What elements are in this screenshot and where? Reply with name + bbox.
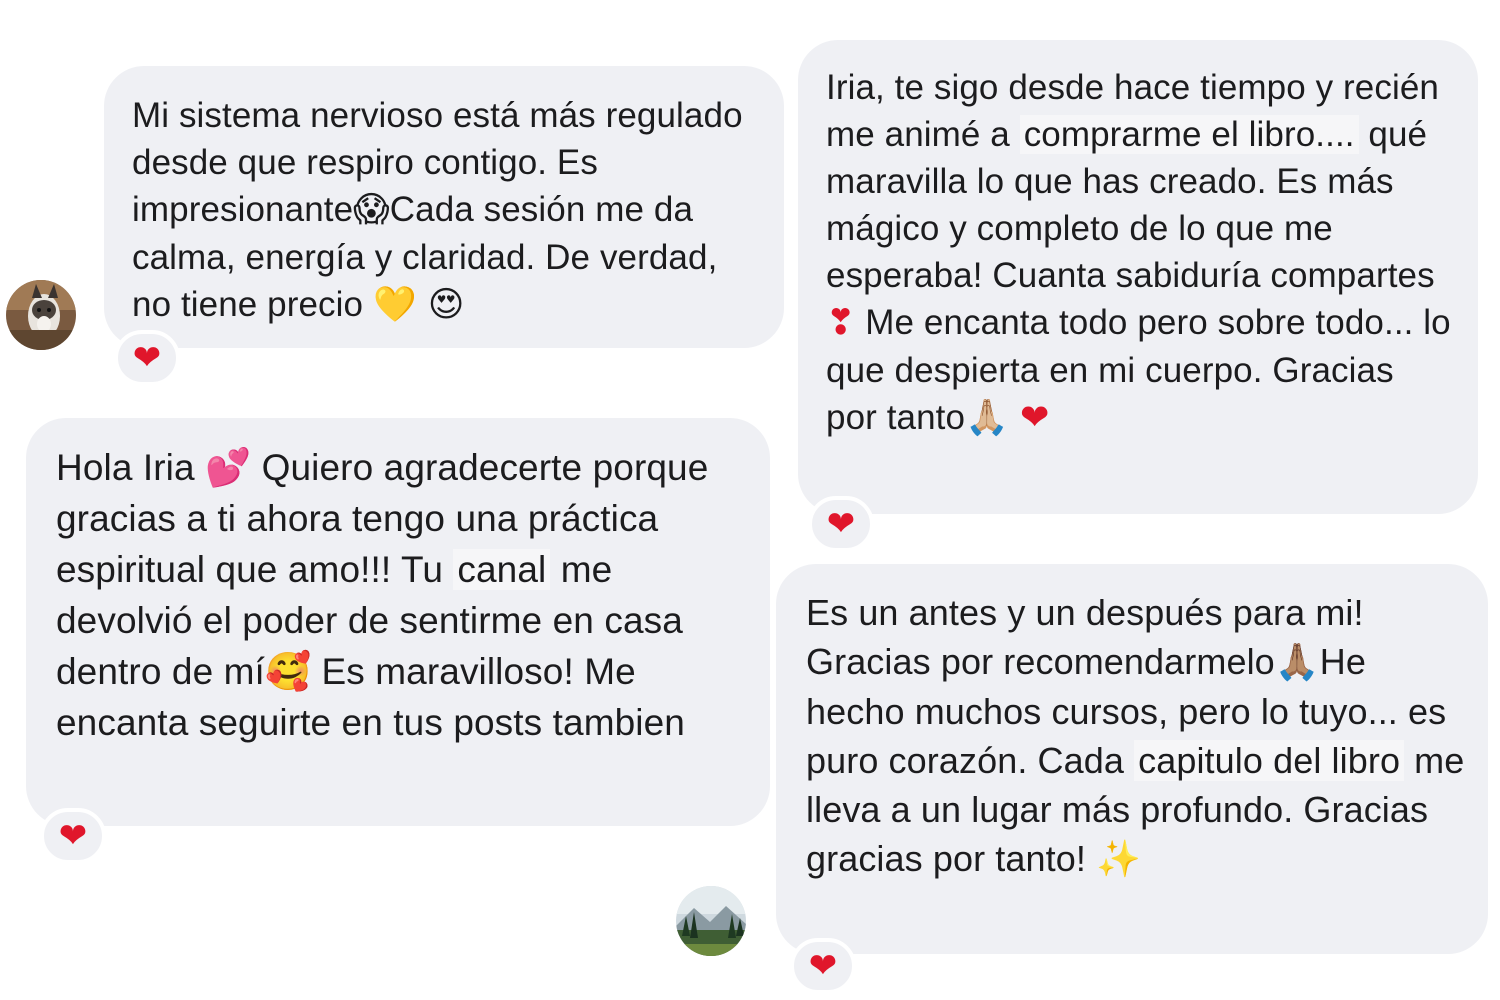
praying-hands-emoji-icon: 🙏🏽 — [1274, 642, 1320, 683]
praying-hands-heart-emoji-icon: 🙏🏼 ❤ — [965, 398, 1050, 438]
dog-avatar-icon — [6, 280, 76, 350]
heart-icon: ❤ — [58, 816, 88, 856]
smiling-face-hearts-emoji-icon: 🥰 — [264, 650, 312, 693]
heart-icon: ❤ — [808, 946, 838, 986]
yellow-heart-heart-eyes-emoji-icon: 💛 😍 — [372, 285, 465, 325]
message-text-2: Iria, te sigo desde hace tiempo y recién… — [826, 64, 1452, 442]
chat-collage: Mi sistema nervioso está más regulado de… — [0, 0, 1500, 1000]
message-bubble-3[interactable]: Hola Iria 💕 Quiero agradecerte porque gr… — [26, 418, 770, 826]
heart-reaction-3[interactable]: ❤ — [40, 808, 106, 864]
landscape-avatar-icon — [676, 886, 746, 956]
heart-icon: ❤ — [132, 338, 162, 378]
highlighted-text: canal — [453, 549, 551, 590]
sparkles-emoji-icon: ✨ — [1096, 839, 1141, 880]
message-text-1: Mi sistema nervioso está más regulado de… — [132, 92, 760, 329]
avatar[interactable] — [6, 280, 76, 350]
message-text-3: Hola Iria 💕 Quiero agradecerte porque gr… — [56, 442, 744, 748]
two-hearts-emoji-icon: 💕 — [205, 446, 252, 489]
scream-emoji-icon: 😱 — [353, 190, 390, 230]
heart-exclamation-emoji-icon: ❣ — [826, 303, 856, 343]
heart-reaction-4[interactable]: ❤ — [790, 938, 856, 994]
heart-reaction-1[interactable]: ❤ — [114, 330, 180, 386]
highlighted-text: capitulo del libro — [1134, 740, 1405, 781]
message-bubble-4[interactable]: Es un antes y un después para mi! Gracia… — [776, 564, 1488, 954]
message-bubble-1[interactable]: Mi sistema nervioso está más regulado de… — [104, 66, 784, 348]
heart-reaction-2[interactable]: ❤ — [808, 496, 874, 552]
highlighted-text: comprarme el libro.... — [1019, 115, 1359, 154]
heart-icon: ❤ — [826, 504, 856, 544]
message-bubble-2[interactable]: Iria, te sigo desde hace tiempo y recién… — [798, 40, 1478, 514]
message-text-4: Es un antes y un después para mi! Gracia… — [806, 588, 1470, 884]
avatar[interactable] — [676, 886, 746, 956]
